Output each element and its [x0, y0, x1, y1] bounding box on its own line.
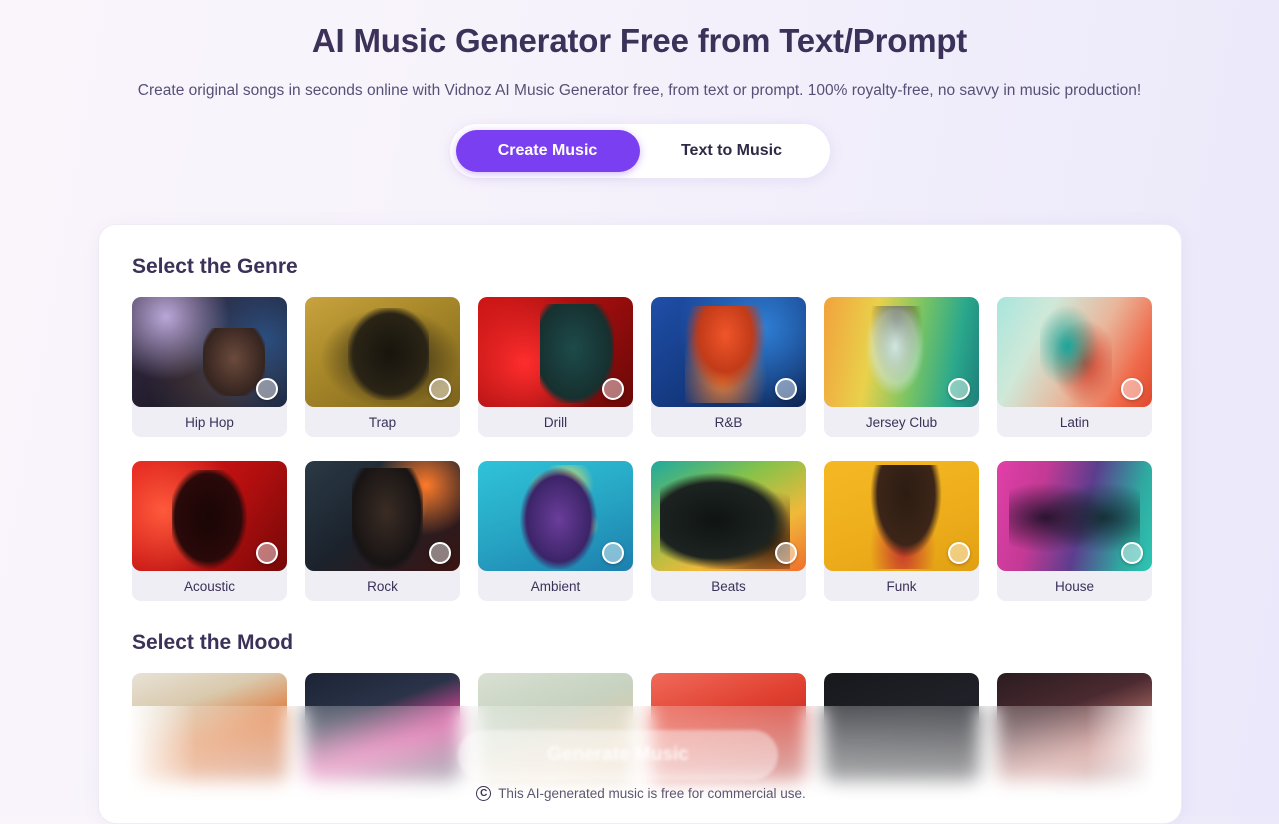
mood-card-5[interactable] [824, 673, 979, 783]
tab-create-music[interactable]: Create Music [455, 129, 640, 172]
mood-card-2[interactable] [305, 673, 460, 783]
page-title: AI Music Generator Free from Text/Prompt [311, 22, 968, 59]
preview-play-icon[interactable] [948, 378, 970, 400]
generate-music-button[interactable]: Generate Music [458, 730, 778, 780]
genre-card-label: Latin [997, 407, 1152, 437]
license-text: This AI-generated music is free for comm… [498, 786, 806, 801]
preview-play-icon[interactable] [602, 378, 624, 400]
genre-thumb [478, 297, 633, 407]
genre-card-acoustic[interactable]: Acoustic [132, 461, 287, 601]
mood-section-title: Select the Mood [132, 631, 294, 654]
genre-card-house[interactable]: House [997, 461, 1152, 601]
hero-section: AI Music Generator Free from Text/Prompt… [0, 0, 1279, 178]
tab-text-to-music[interactable]: Text to Music [640, 130, 824, 172]
preview-play-icon[interactable] [775, 378, 797, 400]
genre-card-label: House [997, 571, 1152, 601]
genre-thumb [132, 461, 287, 571]
genre-thumb [824, 461, 979, 571]
genre-card-hip-hop[interactable]: Hip Hop [132, 297, 287, 437]
genre-thumb [997, 297, 1152, 407]
genre-card-label: Hip Hop [132, 407, 287, 437]
genre-section-title: Select the Genre [132, 255, 298, 278]
mood-artwork-6 [997, 673, 1152, 783]
genre-thumb [997, 461, 1152, 571]
genre-card-grid: Hip Hop Trap Drill R&B Jersey Club Latin… [132, 297, 1181, 601]
genre-thumb [651, 461, 806, 571]
preview-play-icon[interactable] [429, 542, 451, 564]
genre-card-label: Trap [305, 407, 460, 437]
copyright-icon: C [476, 786, 492, 801]
mood-artwork-2 [305, 673, 460, 783]
genre-card-ambient[interactable]: Ambient [478, 461, 633, 601]
genre-thumb [478, 461, 633, 571]
mode-toggle: Create Music Text to Music [449, 123, 830, 178]
genre-card-label: Beats [651, 571, 806, 601]
genre-card-rnb[interactable]: R&B [651, 297, 806, 437]
genre-card-label: Funk [824, 571, 979, 601]
license-note: C This AI-generated music is free for co… [99, 786, 1181, 801]
preview-play-icon[interactable] [948, 542, 970, 564]
preview-play-icon[interactable] [256, 378, 278, 400]
genre-thumb [305, 461, 460, 571]
genre-card-jersey-club[interactable]: Jersey Club [824, 297, 979, 437]
generator-panel: Select the Genre Hip Hop Trap Drill R&B … [98, 224, 1182, 824]
genre-card-drill[interactable]: Drill [478, 297, 633, 437]
genre-thumb [132, 297, 287, 407]
genre-card-funk[interactable]: Funk [824, 461, 979, 601]
genre-card-beats[interactable]: Beats [651, 461, 806, 601]
mood-thumb [824, 673, 979, 783]
mood-thumb [305, 673, 460, 783]
genre-thumb [305, 297, 460, 407]
preview-play-icon[interactable] [1121, 542, 1143, 564]
preview-play-icon[interactable] [429, 378, 451, 400]
genre-card-trap[interactable]: Trap [305, 297, 460, 437]
preview-play-icon[interactable] [775, 542, 797, 564]
genre-card-label: Jersey Club [824, 407, 979, 437]
preview-play-icon[interactable] [1121, 378, 1143, 400]
genre-card-label: R&B [651, 407, 806, 437]
genre-thumb [824, 297, 979, 407]
mood-card-6[interactable] [997, 673, 1152, 783]
preview-play-icon[interactable] [256, 542, 278, 564]
mood-thumb [132, 673, 287, 783]
mood-artwork-1 [132, 673, 287, 783]
genre-card-label: Ambient [478, 571, 633, 601]
mood-artwork-5 [824, 673, 979, 783]
preview-play-icon[interactable] [602, 542, 624, 564]
genre-card-latin[interactable]: Latin [997, 297, 1152, 437]
mood-card-1[interactable] [132, 673, 287, 783]
genre-card-rock[interactable]: Rock [305, 461, 460, 601]
page-subtitle: Create original songs in seconds online … [137, 81, 1142, 99]
genre-card-label: Rock [305, 571, 460, 601]
mood-thumb [997, 673, 1152, 783]
genre-card-label: Acoustic [132, 571, 287, 601]
genre-card-label: Drill [478, 407, 633, 437]
genre-thumb [651, 297, 806, 407]
